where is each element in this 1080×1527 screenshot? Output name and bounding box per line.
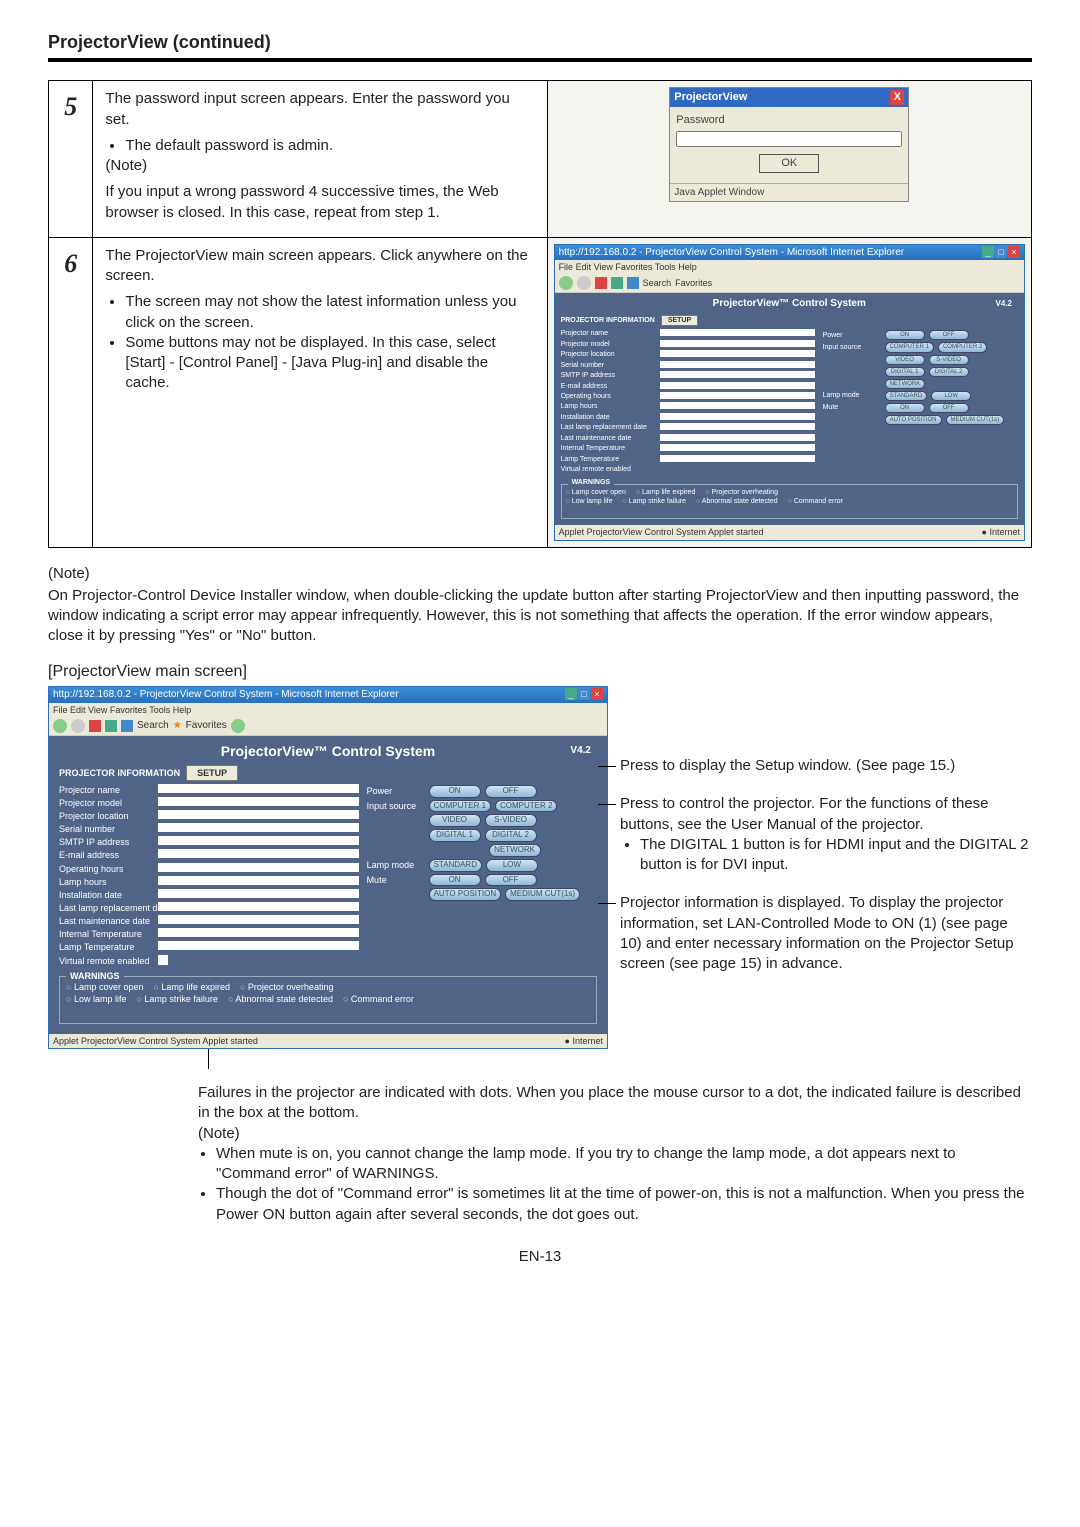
favorites-label[interactable]: Favorites [675,277,712,289]
video-button[interactable]: VIDEO [429,814,481,827]
dialog-status: Java Applet Window [670,183,908,202]
step-5-row: 5 The password input screen appears. Ent… [49,81,1032,238]
step-5-text: The password input screen appears. Enter… [93,81,547,238]
step-5-image: ProjectorView X Password OK Java Applet … [547,81,1031,238]
page-footer: EN-13 [48,1247,1032,1267]
power-on-button[interactable]: ON [429,785,481,798]
main-screen-heading: [ProjectorView main screen] [48,661,1032,683]
maximize-icon[interactable]: □ [995,246,1007,258]
projectorview-body-large[interactable]: ProjectorView™ Control SystemV4.2 PROJEC… [49,736,607,1034]
mute-on-button[interactable]: ON [429,874,481,887]
password-dialog: ProjectorView X Password OK Java Applet … [669,87,909,202]
ie-menu-small[interactable]: File Edit View Favorites Tools Help [555,260,1024,274]
setup-tab-small[interactable]: SETUP [661,315,698,326]
warn-lamp-life: Lamp life expired [153,981,229,993]
stop-icon[interactable] [89,720,101,732]
leader-line-icon [208,1049,608,1069]
digital1-button[interactable]: DIGITAL 1 [429,829,481,842]
ie-titlebar-large: http://192.168.0.2 - ProjectorView Contr… [53,688,399,702]
search-label[interactable]: Search [643,277,672,289]
auto-position-button[interactable]: AUTO POSITION [429,888,502,901]
step-5-number: 5 [49,81,93,238]
password-dialog-title: ProjectorView [674,90,747,105]
home-icon[interactable] [121,720,133,732]
lamp-standard-button[interactable]: STANDARD [429,859,482,872]
refresh-icon[interactable] [611,277,623,289]
close-icon[interactable]: × [1008,246,1020,258]
close-icon[interactable]: × [591,688,603,700]
minimize-icon[interactable]: _ [565,688,577,700]
close-icon[interactable]: X [890,90,904,105]
digital2-button[interactable]: DIGITAL 2 [485,829,537,842]
ie-status-left: Applet ProjectorView Control System Appl… [53,1035,258,1047]
warn-overheat: Projector overheating [240,981,334,993]
svideo-button[interactable]: S-VIDEO [485,814,537,827]
page-title: ProjectorView (continued) [48,30,1032,54]
projectorview-body-small: ProjectorView™ Control SystemV4.2 PROJEC… [555,293,1024,525]
refresh-icon[interactable] [105,720,117,732]
ie-status-right: ● Internet [565,1035,603,1047]
warn-low-lamp: Low lamp life [66,993,126,1005]
step-6-text: The ProjectorView main screen appears. C… [93,237,547,547]
step-6-number: 6 [49,237,93,547]
password-label: Password [676,114,724,126]
warn-lamp-cover: Lamp cover open [66,981,143,993]
back-icon[interactable] [559,276,573,290]
media-icon[interactable] [231,719,245,733]
warnings-box: WARNINGS Lamp cover open Lamp life expir… [59,976,597,1024]
back-icon[interactable] [53,719,67,733]
warn-command: Command error [343,993,414,1005]
ie-toolbar-small[interactable]: Search Favorites [555,274,1024,293]
network-button[interactable]: NETWORK [489,844,541,857]
ok-button[interactable]: OK [759,154,819,173]
computer2-button[interactable]: COMPUTER 2 [495,800,557,813]
mute-off-button[interactable]: OFF [485,874,537,887]
step-6-row: 6 The ProjectorView main screen appears.… [49,237,1032,547]
step-6-image: http://192.168.0.2 - ProjectorView Contr… [547,237,1031,547]
callout-control: Press to control the projector. For the … [620,795,989,832]
favorites-label[interactable]: Favorites [186,719,227,733]
power-off-button[interactable]: OFF [485,785,537,798]
computer1-button[interactable]: COMPUTER 1 [429,800,491,813]
lamp-low-button[interactable]: LOW [486,859,538,872]
stop-icon[interactable] [595,277,607,289]
callouts: Press to display the Setup window. (See … [620,686,1032,992]
bottom-notes: Failures in the projector are indicated … [198,1083,1032,1225]
minimize-icon[interactable]: _ [982,246,994,258]
forward-icon[interactable] [577,276,591,290]
warn-strike: Lamp strike failure [136,993,217,1005]
medium-cut-button[interactable]: MEDIUM CUT(1s) [505,888,580,901]
steps-table: 5 The password input screen appears. Ent… [48,80,1032,547]
outer-note: (Note) On Projector-Control Device Insta… [48,564,1032,647]
warn-abnormal: Abnormal state detected [228,993,333,1005]
callout-projector-info: Projector information is displayed. To d… [620,894,1014,972]
ie-toolbar-large[interactable]: Search ★ Favorites [49,717,607,736]
setup-tab[interactable]: SETUP [186,765,238,781]
home-icon[interactable] [627,277,639,289]
ie-window-small: http://192.168.0.2 - ProjectorView Contr… [554,244,1025,541]
ie-menu-large[interactable]: File Edit View Favorites Tools Help [49,703,607,717]
forward-icon[interactable] [71,719,85,733]
maximize-icon[interactable]: □ [578,688,590,700]
search-label[interactable]: Search [137,719,169,733]
header-rule [48,58,1032,62]
callout-setup: Press to display the Setup window. (See … [620,757,955,774]
ie-window-large: http://192.168.0.2 - ProjectorView Contr… [48,686,608,1049]
password-input[interactable] [676,131,902,147]
ie-titlebar-small: http://192.168.0.2 - ProjectorView Contr… [559,246,905,260]
info-header: PROJECTOR INFORMATION [59,767,180,779]
